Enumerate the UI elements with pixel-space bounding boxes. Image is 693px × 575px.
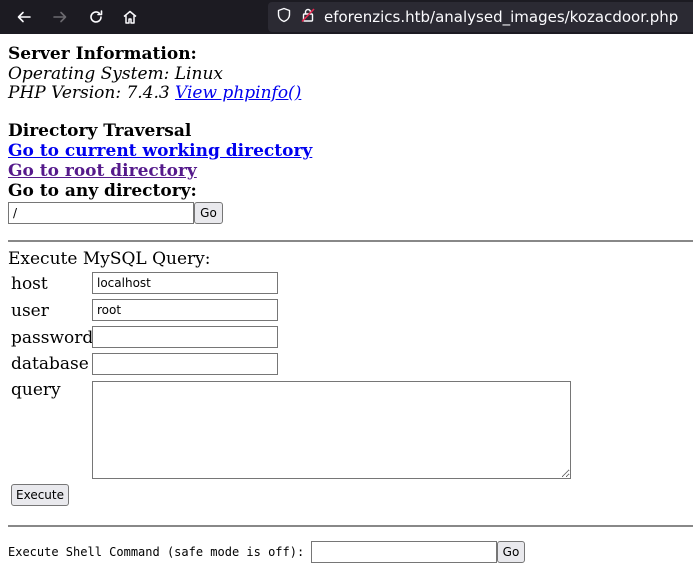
execute-query-button[interactable]: Execute bbox=[11, 484, 69, 506]
query-textarea[interactable] bbox=[92, 381, 571, 479]
server-info-heading: Server Information: bbox=[8, 44, 197, 64]
password-input[interactable] bbox=[92, 326, 278, 348]
url-bar[interactable]: eforenzics.htb/analysed_images/kozacdoor… bbox=[268, 2, 693, 32]
shell-command-label: Execute Shell Command (safe mode is off)… bbox=[8, 545, 305, 559]
query-label: query bbox=[11, 380, 61, 400]
url-text[interactable]: eforenzics.htb/analysed_images/kozacdoor… bbox=[324, 8, 678, 26]
shell-command-input[interactable] bbox=[311, 541, 497, 563]
database-input[interactable] bbox=[92, 353, 278, 375]
divider bbox=[8, 240, 693, 242]
cwd-link[interactable]: Go to current working directory bbox=[8, 141, 312, 161]
user-label: user bbox=[11, 301, 49, 321]
lock-insecure-icon[interactable] bbox=[300, 7, 316, 27]
host-label: host bbox=[11, 274, 48, 294]
divider bbox=[8, 525, 693, 527]
reload-icon[interactable] bbox=[82, 3, 110, 31]
directory-traversal-heading: Directory Traversal bbox=[8, 121, 192, 141]
shield-icon[interactable] bbox=[276, 7, 292, 27]
shell-go-button[interactable]: Go bbox=[497, 541, 525, 563]
back-arrow-icon[interactable] bbox=[10, 3, 38, 31]
phpinfo-link[interactable]: View phpinfo() bbox=[175, 83, 301, 103]
directory-go-button[interactable]: Go bbox=[194, 202, 223, 224]
database-label: database bbox=[11, 354, 89, 374]
os-line: Operating System: Linux bbox=[8, 64, 223, 84]
user-input[interactable] bbox=[92, 299, 278, 321]
mysql-heading: Execute MySQL Query: bbox=[8, 249, 211, 269]
any-directory-heading: Go to any directory: bbox=[8, 181, 197, 201]
page-content: Server Information: Operating System: Li… bbox=[0, 34, 693, 575]
browser-toolbar: eforenzics.htb/analysed_images/kozacdoor… bbox=[0, 0, 693, 34]
password-label: password bbox=[11, 328, 94, 348]
directory-input[interactable] bbox=[8, 202, 194, 224]
forward-arrow-icon[interactable] bbox=[46, 3, 74, 31]
php-version-line: PHP Version: 7.4.3 bbox=[8, 83, 170, 103]
root-directory-link[interactable]: Go to root directory bbox=[8, 161, 197, 181]
home-icon[interactable] bbox=[116, 3, 144, 31]
host-input[interactable] bbox=[92, 272, 278, 294]
